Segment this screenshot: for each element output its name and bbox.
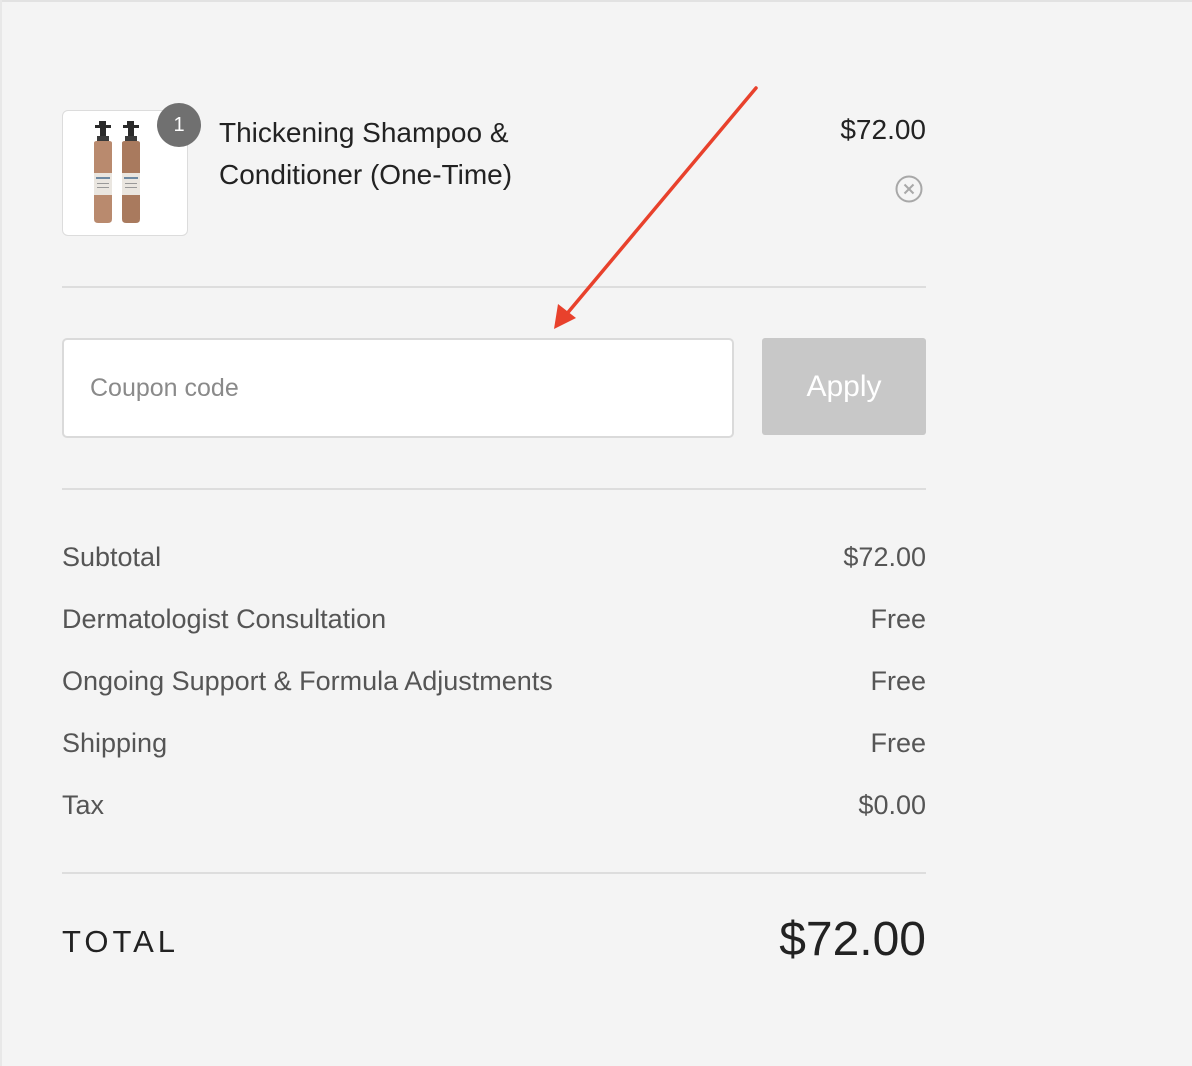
product-name: Thickening Shampoo & Conditioner (One-Ti… xyxy=(219,117,513,190)
summary-value: Free xyxy=(870,728,926,758)
shampoo-bottles-icon xyxy=(94,121,140,223)
coupon-code-input[interactable] xyxy=(62,338,734,438)
total-label: TOTAL xyxy=(62,924,180,959)
summary-value: $0.00 xyxy=(858,790,926,820)
summary-line-tax: Tax $0.00 xyxy=(62,790,926,830)
product-price: $72.00 xyxy=(840,114,926,145)
summary-value: $72.00 xyxy=(843,542,926,572)
summary-label: Subtotal xyxy=(62,542,162,572)
summary-line-support: Ongoing Support & Formula Adjustments Fr… xyxy=(62,666,926,706)
divider xyxy=(62,286,926,288)
remove-item-button[interactable] xyxy=(895,175,923,203)
total-value: $72.00 xyxy=(779,913,926,966)
apply-coupon-button[interactable]: Apply xyxy=(762,338,926,435)
summary-label: Shipping xyxy=(62,728,168,758)
summary-label: Dermatologist Consultation xyxy=(62,604,387,634)
summary-label: Tax xyxy=(62,790,105,820)
summary-label: Ongoing Support & Formula Adjustments xyxy=(62,666,553,696)
summary-value: Free xyxy=(870,604,926,634)
summary-line-shipping: Shipping Free xyxy=(62,728,926,768)
summary-line-consultation: Dermatologist Consultation Free xyxy=(62,604,926,644)
top-border xyxy=(0,0,1192,2)
quantity-badge: 1 xyxy=(157,103,201,147)
divider xyxy=(62,872,926,874)
summary-line-subtotal: Subtotal $72.00 xyxy=(62,542,926,582)
divider xyxy=(62,488,926,490)
remove-circle-x-icon xyxy=(895,175,923,203)
left-border xyxy=(0,0,2,1066)
summary-value: Free xyxy=(870,666,926,696)
